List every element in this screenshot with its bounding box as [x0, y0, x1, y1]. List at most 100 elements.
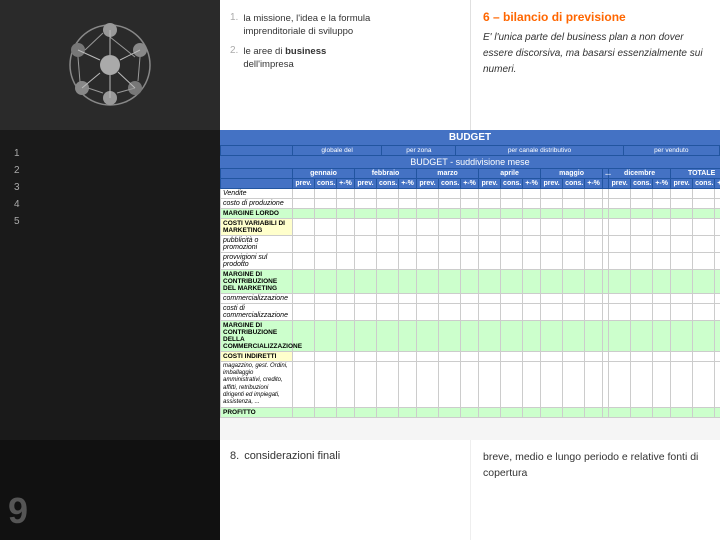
mag-perc: +-% — [585, 179, 603, 189]
col-label-header — [221, 146, 293, 156]
empty-header — [221, 169, 293, 179]
section-description: E' l'unica parte del business plan a non… — [483, 30, 708, 78]
step-8-num: 8. — [230, 450, 239, 462]
gen-perc: +-% — [337, 179, 355, 189]
prev-cons-header-row: prev.cons.+-% prev.cons.+-% prev.cons.+-… — [221, 179, 720, 189]
bottom-left-area: 9 — [0, 440, 220, 540]
label-magazzino: magazzino, gest. Ordini, imballaggio amm… — [221, 362, 293, 408]
mar-perc: +-% — [461, 179, 479, 189]
col-venduto: per venduto — [623, 146, 719, 156]
th-dicembre: dicembre — [609, 169, 671, 179]
apr-cons: cons. — [501, 179, 523, 189]
row-costi-indiretti: costi indiretti — [221, 352, 720, 362]
apr-perc: +-% — [523, 179, 541, 189]
gen-cons: cons. — [315, 179, 337, 189]
th-aprile: aprile — [479, 169, 541, 179]
th-marzo: marzo — [417, 169, 479, 179]
label-marg-contrib-comm: margine di CONTRIBUZIONE della commercia… — [221, 321, 293, 352]
feb-prev: prev. — [355, 179, 377, 189]
sidebar-step-5: 5 — [14, 216, 206, 227]
budget-top-header-row: globale del per zona per canale distribu… — [221, 146, 720, 156]
sidebar-step-3: 3 — [14, 182, 206, 193]
step-1-num: 1. — [230, 12, 238, 39]
row-pubblicita: pubblicità o promozioni — [221, 236, 720, 253]
th-totale: TOTALE — [671, 169, 720, 179]
label-costo-prod: costo di produzione — [221, 199, 293, 209]
label-marg-contrib-mkt: margine di CONTRIBUZIONE del marketing — [221, 270, 293, 294]
budget-main-table: gennaio febbraio marzo aprile maggio ...… — [220, 168, 720, 418]
dic-prev: prev. — [609, 179, 631, 189]
mar-prev: prev. — [417, 179, 439, 189]
row-costi-var-mkt: costi variabili di marketing — [221, 219, 720, 236]
budget-top-header: globale del per zona per canale distribu… — [220, 145, 720, 156]
mag-prev: prev. — [541, 179, 563, 189]
step-8-label: considerazioni finali — [244, 450, 340, 462]
sidebar-steps: 1 2 3 4 5 — [8, 138, 212, 243]
row-costo-prod: costo di produzione — [221, 199, 720, 209]
header-description-box: 6 – bilancio di previsione E' l'unica pa… — [470, 0, 720, 130]
col-globale: globale del — [293, 146, 382, 156]
big-step-number: 9 — [8, 490, 28, 532]
dic-cons: cons. — [631, 179, 653, 189]
row-profitto: profitto — [221, 408, 720, 418]
th-febbraio: febbraio — [355, 169, 417, 179]
label-profitto: profitto — [221, 408, 293, 418]
step-2-item: 2. le aree di business dell'impresa — [230, 45, 460, 72]
apr-prev: prev. — [479, 179, 501, 189]
empty-subheader — [221, 179, 293, 189]
label-provvigioni: provvigioni sul prodotto — [221, 253, 293, 270]
mid-left-sidebar: 1 2 3 4 5 — [0, 130, 220, 440]
tot-prev: prev. — [671, 179, 693, 189]
row-magazzino: magazzino, gest. Ordini, imballaggio amm… — [221, 362, 720, 408]
row-commercializz: commercializzazione — [221, 294, 720, 304]
month-header-row: gennaio febbraio marzo aprile maggio ...… — [221, 169, 720, 179]
step8-area: 8. considerazioni finali — [220, 440, 470, 540]
th-maggio: maggio — [541, 169, 603, 179]
row-marg-contrib-comm: margine di CONTRIBUZIONE della commercia… — [221, 321, 720, 352]
sidebar-step-2: 2 — [14, 165, 206, 176]
budget-subtitle: BUDGET - suddivisione mese — [220, 156, 720, 168]
step-1-item: 1. la missione, l'idea e la formula impr… — [230, 12, 460, 39]
tot-perc: +-% — [715, 179, 720, 189]
budget-table-area: BUDGET globale del per zona per canale d… — [220, 130, 720, 440]
feb-perc: +-% — [399, 179, 417, 189]
sidebar-step-4: 4 — [14, 199, 206, 210]
bottom-note-area: breve, medio e lungo periodo e relative … — [470, 440, 720, 540]
sidebar-step-4-num: 4 — [14, 199, 20, 210]
label-costi-commercializz: costi di commercializzazione — [221, 304, 293, 321]
sidebar-step-1: 1 — [14, 148, 206, 159]
numbered-items: 1. la missione, l'idea e la formula impr… — [220, 0, 470, 130]
sidebar-step-5-num: 5 — [14, 216, 20, 227]
row-provvigioni: provvigioni sul prodotto — [221, 253, 720, 270]
col-canale: per canale distributivo — [456, 146, 623, 156]
budget-container: BUDGET globale del per zona per canale d… — [220, 130, 720, 418]
step-2-text: le aree di business dell'impresa — [243, 45, 326, 72]
top-right-area: 1. la missione, l'idea e la formula impr… — [220, 0, 720, 130]
top-left-image — [0, 0, 220, 130]
page-container: 1. la missione, l'idea e la formula impr… — [0, 0, 720, 540]
section-title: 6 – bilancio di previsione — [483, 10, 708, 24]
label-costi-indiretti: costi indiretti — [221, 352, 293, 362]
row-costi-commercializz: costi di commercializzazione — [221, 304, 720, 321]
th-gennaio: gennaio — [293, 169, 355, 179]
step-2-num: 2. — [230, 45, 238, 72]
label-margine-lordo: margine LORDO — [221, 209, 293, 219]
bottom-note-text: breve, medio e lungo periodo e relative … — [483, 450, 708, 482]
feb-cons: cons. — [377, 179, 399, 189]
tot-cons: cons. — [693, 179, 715, 189]
budget-title: BUDGET — [220, 130, 720, 145]
col-zona: per zona — [382, 146, 456, 156]
mag-cons: cons. — [563, 179, 585, 189]
label-vendite: Vendite — [221, 189, 293, 199]
dic-perc: +-% — [653, 179, 671, 189]
bottom-right-area: 8. considerazioni finali breve, medio e … — [220, 440, 720, 540]
network-image — [0, 0, 220, 130]
sidebar-step-2-num: 2 — [14, 165, 20, 176]
step-1-text: la missione, l'idea e la formula imprend… — [243, 12, 370, 39]
row-margine-lordo: margine LORDO — [221, 209, 720, 219]
row-vendite: Vendite — [221, 189, 720, 199]
label-commercializz: commercializzazione — [221, 294, 293, 304]
sidebar-step-1-num: 1 — [14, 148, 20, 159]
label-costi-var-mkt: costi variabili di marketing — [221, 219, 293, 236]
gen-prev: prev. — [293, 179, 315, 189]
